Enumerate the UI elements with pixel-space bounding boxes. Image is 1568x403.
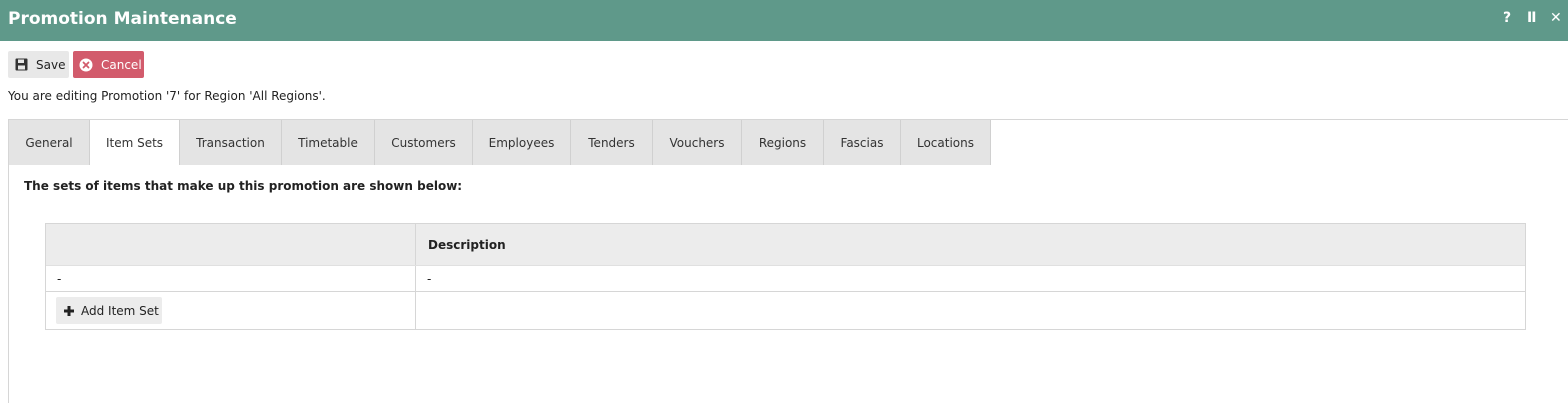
add-item-set-label: Add Item Set	[81, 303, 159, 318]
tab-locations[interactable]: Locations	[901, 120, 991, 165]
tab-vouchers[interactable]: Vouchers	[653, 120, 742, 165]
tab-item-sets[interactable]: Item Sets	[90, 120, 180, 165]
tab-transaction[interactable]: Transaction	[180, 120, 282, 165]
table-cell-description: -	[427, 272, 432, 286]
footer-cell-empty	[416, 292, 1525, 329]
tab-fascias[interactable]: Fascias	[824, 120, 901, 165]
tab-bar: General Item Sets Transaction Timetable …	[9, 120, 991, 165]
table-footer: Add Item Set	[46, 292, 1525, 329]
add-item-set-button[interactable]: Add Item Set	[56, 297, 162, 324]
tab-employees[interactable]: Employees	[473, 120, 571, 165]
table-header: Description	[46, 224, 1525, 265]
floppy-disk-icon	[15, 58, 28, 71]
item-sets-table: Description - - Add Item Set	[45, 223, 1526, 330]
column-header-blank	[46, 224, 416, 265]
window-title: Promotion Maintenance	[8, 9, 237, 29]
tab-timetable[interactable]: Timetable	[282, 120, 375, 165]
save-label: Save	[36, 57, 66, 72]
column-header-description: Description	[428, 238, 506, 252]
footer-cell: Add Item Set	[46, 292, 416, 329]
tab-tenders[interactable]: Tenders	[571, 120, 653, 165]
cancel-button[interactable]: Cancel	[73, 51, 144, 78]
table-cell-set: -	[46, 266, 416, 291]
tab-general[interactable]: General	[9, 120, 90, 165]
editing-info: You are editing Promotion '7' for Region…	[8, 89, 326, 103]
cancel-label: Cancel	[101, 57, 142, 72]
title-bar: Promotion Maintenance ? II ✕	[0, 0, 1568, 41]
tab-panel: General Item Sets Transaction Timetable …	[8, 119, 1568, 403]
tab-regions[interactable]: Regions	[742, 120, 824, 165]
close-icon[interactable]: ✕	[1550, 10, 1562, 26]
plus-icon	[64, 305, 74, 316]
table-row[interactable]: - -	[46, 265, 1525, 292]
help-icon[interactable]: ?	[1503, 10, 1511, 26]
tab-customers[interactable]: Customers	[375, 120, 473, 165]
item-sets-intro: The sets of items that make up this prom…	[24, 179, 463, 193]
cancel-circle-icon	[79, 58, 93, 71]
pause-icon[interactable]: II	[1527, 10, 1536, 26]
save-button[interactable]: Save	[8, 51, 69, 78]
